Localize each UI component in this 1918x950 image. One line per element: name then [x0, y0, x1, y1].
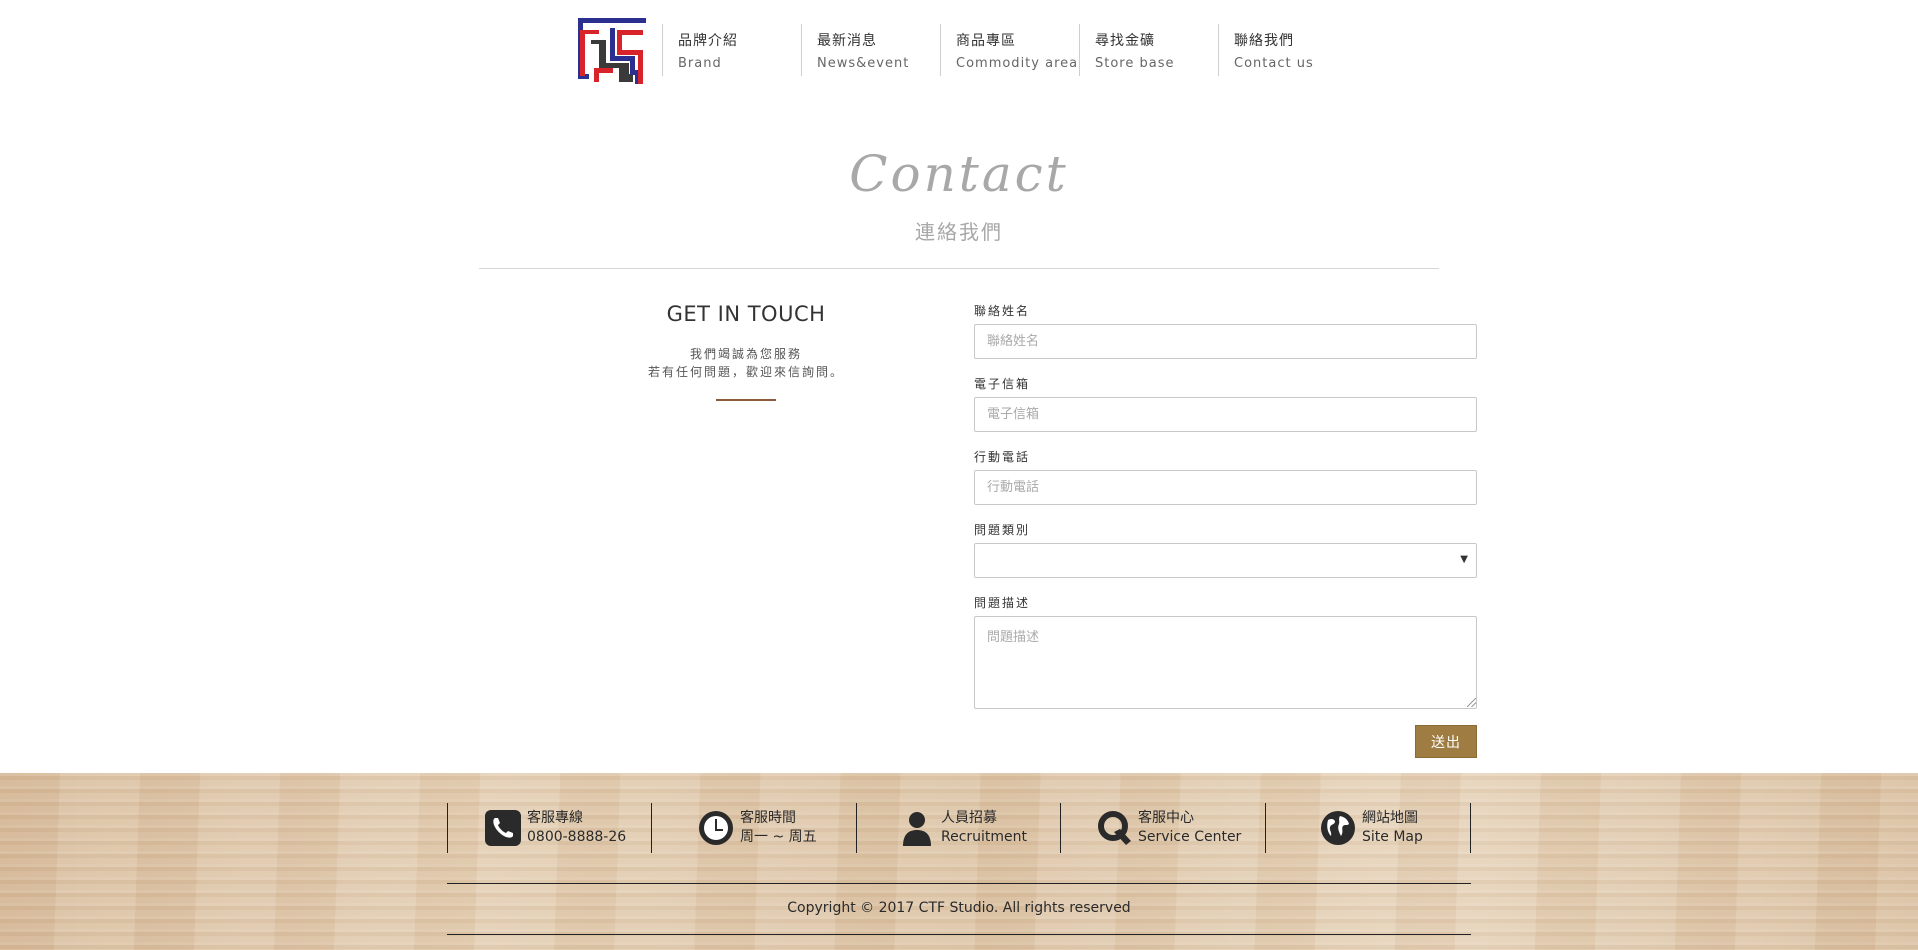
nav-label-zh: 最新消息 [817, 33, 877, 49]
footer-item-text: 客服中心 Service Center [1138, 809, 1241, 847]
footer-item-subtitle: 0800-8888-26 [527, 829, 627, 845]
nav-item-news[interactable]: 最新消息 News&event [801, 24, 940, 76]
category-select[interactable]: ▼ [974, 543, 1477, 578]
footer-item-subtitle: 周一 ~ 周五 [740, 829, 817, 845]
clock-icon [699, 811, 733, 845]
name-field[interactable] [974, 324, 1477, 359]
site-header: 品牌介紹 Brand 最新消息 News&event 商品專區 Commodit… [0, 0, 1918, 100]
footer-item-text: 人員招募 Recruitment [941, 809, 1027, 847]
nav-label-en: Store base [1095, 56, 1175, 71]
phone-icon [485, 810, 521, 846]
footer-item-title: 網站地圖 [1362, 810, 1418, 826]
footer-rule-bottom [447, 934, 1471, 935]
footer-separator [1470, 803, 1471, 853]
footer-item-text: 客服時間 周一 ~ 周五 [740, 809, 817, 847]
footer-separator [447, 803, 448, 853]
dropdown-arrow-icon: ▼ [1460, 554, 1468, 565]
title-divider [479, 268, 1439, 269]
nav-item-brand[interactable]: 品牌介紹 Brand [662, 24, 801, 76]
footer-item-subtitle: Service Center [1138, 829, 1242, 845]
description-label: 問題描述 [974, 596, 1031, 610]
globe-icon [1321, 811, 1355, 845]
get-in-touch-heading: GET IN TOUCH [666, 302, 826, 326]
intro-line-2: 若有任何問題，歡迎來信詢問。 [647, 365, 844, 379]
intro-underline [716, 399, 776, 401]
footer-item-subtitle: Site Map [1362, 829, 1423, 845]
nav-label-zh: 尋找金礦 [1095, 33, 1155, 49]
footer-rule-top [447, 883, 1471, 884]
footer-item-text: 客服專線 0800-8888-26 [527, 809, 626, 847]
footer-item-subtitle: Recruitment [941, 829, 1028, 845]
footer-item-title: 客服時間 [740, 810, 796, 826]
page-subtitle: 連絡我們 [915, 220, 1003, 244]
footer-separator [1265, 803, 1266, 853]
nav-label-zh: 商品專區 [956, 33, 1016, 49]
intro-line-1: 我們竭誠為您服務 [689, 347, 802, 361]
category-label: 問題類別 [974, 523, 1031, 537]
name-label: 聯絡姓名 [974, 304, 1031, 318]
email-label: 電子信箱 [974, 377, 1031, 391]
copyright-text: Copyright © 2017 CTF Studio. All rights … [787, 900, 1131, 916]
email-field[interactable] [974, 397, 1477, 432]
nav-label-en: Commodity area [956, 56, 1079, 71]
footer-item-title: 人員招募 [941, 810, 997, 826]
phone-field[interactable] [974, 470, 1477, 505]
person-icon [903, 812, 931, 846]
nav-item-store[interactable]: 尋找金礦 Store base [1079, 24, 1218, 76]
footer-item-title: 客服專線 [527, 810, 583, 826]
resize-handle-icon[interactable] [1467, 698, 1476, 707]
site-footer [0, 773, 1918, 950]
footer-item-text: 網站地圖 Site Map [1362, 809, 1423, 847]
nav-label-en: Brand [678, 56, 722, 71]
nav-label-en: Contact us [1234, 56, 1314, 71]
nav-label-zh: 品牌介紹 [678, 33, 738, 49]
nav-label-en: News&event [817, 56, 910, 71]
submit-button[interactable]: 送出 [1415, 725, 1477, 758]
intro-text: 我們竭誠為您服務 若有任何問題，歡迎來信詢問。 [546, 345, 946, 381]
footer-separator [1060, 803, 1061, 853]
phone-label: 行動電話 [974, 450, 1031, 464]
description-textarea[interactable] [974, 616, 1477, 709]
q-icon [1098, 811, 1131, 845]
nav-item-commodity[interactable]: 商品專區 Commodity area [940, 24, 1079, 76]
brand-logo[interactable] [577, 16, 647, 86]
page-title: Contact [849, 145, 1069, 203]
footer-separator [651, 803, 652, 853]
footer-separator [856, 803, 857, 853]
nav-item-contact[interactable]: 聯絡我們 Contact us [1218, 24, 1357, 76]
nav-label-zh: 聯絡我們 [1234, 33, 1294, 49]
footer-item-title: 客服中心 [1138, 810, 1194, 826]
